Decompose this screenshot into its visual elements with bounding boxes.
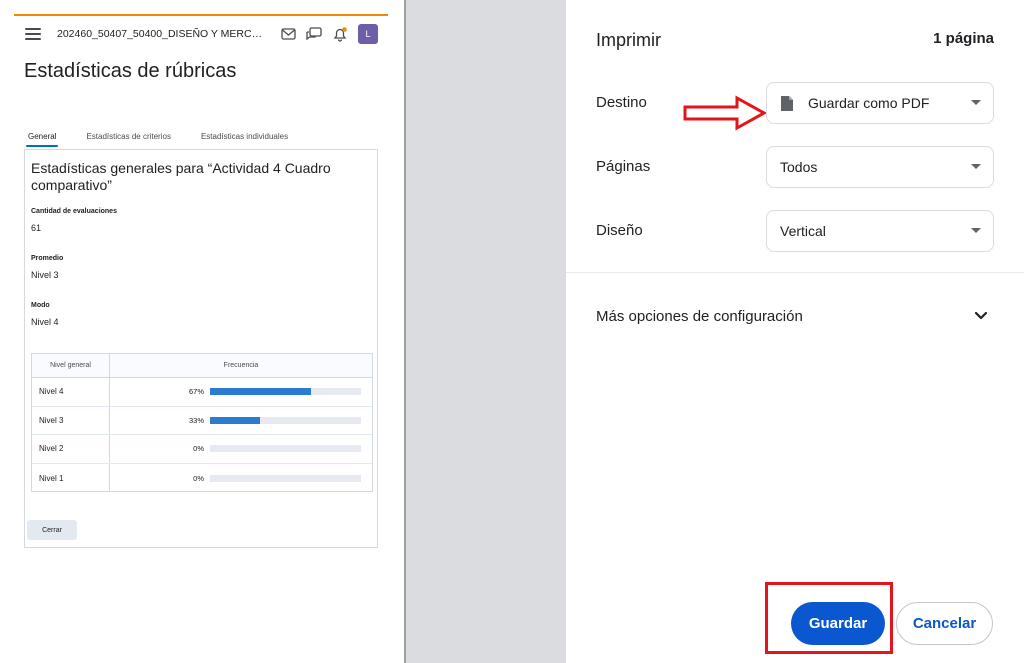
count-value: 61 (31, 223, 42, 233)
row-level: Nivel 2 (32, 435, 110, 463)
frequency-bar (210, 445, 361, 453)
header-frequency: Frecuencia (223, 362, 259, 369)
bell-icon[interactable] (332, 26, 348, 42)
page-title: Estadísticas de rúbricas (24, 60, 237, 82)
tab-individual-stats[interactable]: Estadísticas individuales (201, 132, 288, 148)
destination-select[interactable]: Guardar como PDF (766, 82, 994, 124)
file-icon (780, 95, 794, 112)
row-percent: 0% (193, 444, 204, 454)
print-dialog: Imprimir 1 página Destino Guardar como P… (566, 0, 1024, 663)
frequency-bar (210, 474, 361, 482)
rubric-stats-tabs: General Estadísticas de criterios Estadí… (25, 132, 318, 148)
row-percent: 33% (188, 415, 204, 425)
section-divider (566, 272, 1024, 273)
average-value: Nivel 3 (31, 270, 59, 280)
caret-down-icon (971, 228, 981, 233)
frequency-bar (210, 388, 361, 396)
row-level: Nivel 1 (32, 463, 110, 493)
more-options-toggle[interactable]: Más opciones de configuración (596, 308, 803, 325)
row-level: Nivel 4 (32, 378, 110, 406)
chevron-down-icon[interactable] (974, 311, 988, 321)
header-level: Nivel general (32, 354, 110, 377)
frequency-bar-fill (210, 388, 312, 396)
frequency-bar (210, 416, 361, 424)
layout-select[interactable]: Vertical (766, 210, 994, 252)
close-button[interactable]: Cerrar (27, 520, 77, 540)
chat-icon[interactable] (306, 26, 322, 42)
destination-value: Guardar como PDF (808, 95, 930, 111)
table-row: Nivel 1 0% (32, 463, 372, 493)
general-stats-panel: Estadísticas generales para “Actividad 4… (24, 150, 378, 548)
hamburger-menu-icon[interactable] (25, 28, 41, 40)
table-row: Nivel 2 0% (32, 435, 372, 464)
row-percent: 0% (193, 473, 204, 483)
user-avatar[interactable]: L (358, 24, 378, 44)
table-row: Nivel 3 33% (32, 406, 372, 436)
mail-icon[interactable] (280, 26, 296, 42)
red-arrow-annotation-icon (683, 95, 768, 131)
cancel-button[interactable]: Cancelar (896, 602, 993, 645)
layout-value: Vertical (780, 223, 826, 239)
preview-background (406, 0, 566, 663)
course-navbar: 202460_50407_50400_DISEÑO Y MERCA... L (14, 16, 388, 52)
destination-label: Destino (596, 94, 647, 111)
count-label: Cantidad de evaluaciones (31, 208, 117, 215)
pages-value: Todos (780, 159, 818, 175)
caret-down-icon (971, 164, 981, 169)
save-button[interactable]: Guardar (791, 602, 885, 645)
course-title[interactable]: 202460_50407_50400_DISEÑO Y MERCA... (57, 28, 267, 40)
pages-select[interactable]: Todos (766, 146, 994, 188)
row-level: Nivel 3 (32, 406, 110, 435)
layout-label: Diseño (596, 222, 643, 239)
caret-down-icon (971, 100, 981, 105)
dialog-title: Imprimir (596, 30, 661, 50)
frequency-bar-fill (210, 416, 260, 424)
pages-label: Páginas (596, 158, 651, 175)
tab-criteria-stats[interactable]: Estadísticas de criterios (86, 132, 170, 148)
table-header: Nivel general Frecuencia (32, 354, 372, 378)
mode-value: Nivel 4 (31, 317, 59, 327)
table-row: Nivel 4 67% (32, 378, 372, 407)
panel-heading: Estadísticas generales para “Actividad 4… (31, 160, 331, 193)
average-label: Promedio (31, 255, 64, 262)
frequency-table: Nivel general Frecuencia Nivel 4 67% Niv… (31, 353, 373, 493)
tab-general[interactable]: General (25, 132, 59, 148)
page-count: 1 página (933, 30, 994, 47)
print-preview-page: 202460_50407_50400_DISEÑO Y MERCA... L E… (0, 0, 404, 663)
mode-label: Modo (31, 302, 50, 309)
row-percent: 67% (188, 387, 204, 397)
